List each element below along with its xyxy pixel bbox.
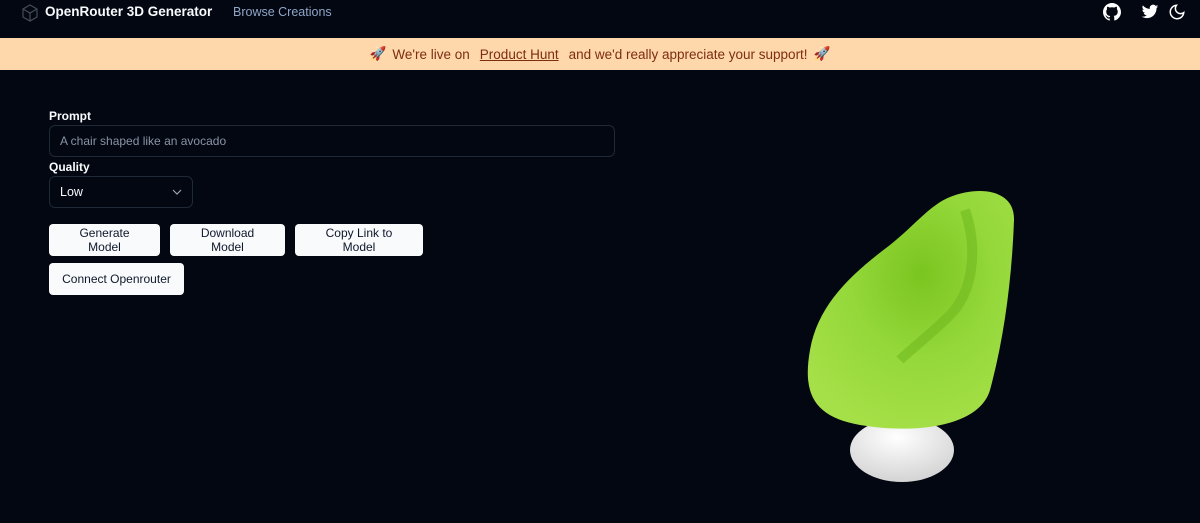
- 3d-model-viewer[interactable]: [790, 185, 1030, 495]
- chair-seat: [807, 190, 1015, 429]
- twitter-icon[interactable]: [1141, 3, 1159, 21]
- banner-text-before: We're live on: [392, 46, 470, 62]
- copy-link-button[interactable]: Copy Link to Model: [295, 224, 423, 256]
- moon-icon[interactable]: [1168, 3, 1186, 21]
- product-hunt-banner: 🚀 We're live on Product Hunt and we'd re…: [0, 38, 1200, 70]
- connect-openrouter-button[interactable]: Connect Openrouter: [49, 263, 184, 295]
- prompt-label: Prompt: [49, 109, 91, 123]
- rocket-icon: 🚀: [813, 46, 831, 61]
- rocket-icon: 🚀: [369, 46, 387, 61]
- banner-text-after: and we'd really appreciate your support!: [568, 46, 808, 62]
- top-nav: OpenRouter 3D Generator Browse Creations: [0, 0, 1200, 38]
- product-hunt-link[interactable]: Product Hunt: [480, 47, 559, 62]
- quality-label: Quality: [49, 160, 90, 174]
- quality-value: Low: [60, 185, 83, 199]
- browse-creations-link[interactable]: Browse Creations: [233, 5, 332, 19]
- quality-select[interactable]: Low: [49, 176, 193, 208]
- prompt-input[interactable]: [49, 125, 615, 157]
- github-icon[interactable]: [1103, 3, 1121, 21]
- generate-model-button[interactable]: Generate Model: [49, 224, 160, 256]
- download-model-button[interactable]: Download Model: [170, 224, 285, 256]
- chevron-down-icon: [172, 189, 182, 195]
- app-title: OpenRouter 3D Generator: [45, 4, 213, 19]
- cube-logo-icon: [22, 4, 38, 22]
